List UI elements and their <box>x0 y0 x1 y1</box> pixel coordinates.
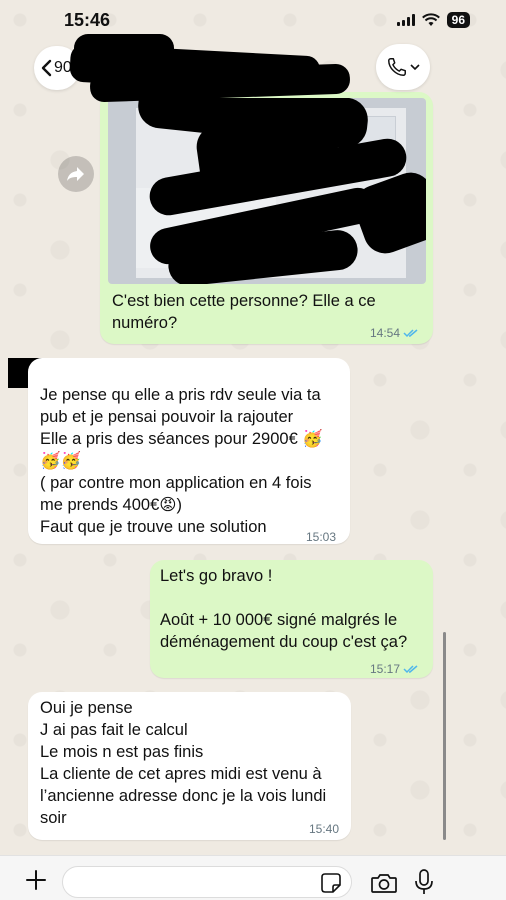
message-line <box>160 587 407 609</box>
forward-icon <box>67 167 84 181</box>
sticker-icon[interactable] <box>320 872 342 894</box>
message-text: C'est bien cette personne? Elle a ce num… <box>112 290 376 334</box>
plus-icon[interactable] <box>24 868 48 892</box>
shared-image[interactable] <box>108 98 426 284</box>
timestamp-text: 15:17 <box>370 662 401 676</box>
message-line: Oui je pense <box>40 699 133 717</box>
message-timestamp: 15:40 <box>309 818 339 840</box>
read-ticks-icon <box>403 665 418 674</box>
message-line: Le mois n est pas finis <box>40 743 204 761</box>
chat-header: 90 <box>0 34 506 103</box>
message-line: Let's go bravo ! <box>160 567 273 585</box>
message-line: La cliente de cet apres midi est venu à <box>40 765 322 783</box>
message-line: C'est bien cette personne? Elle a ce <box>112 292 376 310</box>
chevron-down-icon <box>410 64 420 71</box>
scrollbar[interactable] <box>443 632 446 840</box>
message-line: J ai pas fait le calcul <box>40 721 188 739</box>
message-line: Je pense qu elle a pris rdv seule via ta <box>40 386 321 404</box>
message-timestamp: 15:03 <box>306 526 336 548</box>
timestamp-text: 15:03 <box>306 530 337 544</box>
timestamp-text: 15:40 <box>309 822 340 836</box>
cellular-signal-icon <box>396 14 415 26</box>
message-timestamp: 15:17 <box>370 658 419 680</box>
message-input-bar <box>0 855 506 900</box>
message-bubble-incoming[interactable]: Je pense qu elle a pris rdv seule via ta… <box>28 358 350 544</box>
forward-button[interactable] <box>58 156 94 192</box>
message-bubble-outgoing[interactable]: Let's go bravo ! Août + 10 000€ signé ma… <box>150 560 433 678</box>
message-text: Je pense qu elle a pris rdv seule via ta… <box>40 384 323 538</box>
message-bubble-incoming[interactable]: Oui je pense J ai pas fait le calcul Le … <box>28 692 351 840</box>
message-line: déménagement du coup c'est ça? <box>160 633 408 651</box>
phone-icon <box>388 58 406 76</box>
message-text: Oui je pense J ai pas fait le calcul Le … <box>40 697 326 829</box>
message-input[interactable] <box>62 866 352 898</box>
battery-indicator: 96 <box>446 12 470 28</box>
back-chevron-icon <box>41 59 52 77</box>
message-line: pub et je pensai pouvoir la rajouter <box>40 408 294 426</box>
camera-icon[interactable] <box>370 871 398 895</box>
message-line: 🥳🥳 <box>40 452 82 470</box>
status-indicators: 96 <box>396 12 470 28</box>
message-line: soir <box>40 809 67 827</box>
wifi-icon <box>421 13 440 26</box>
message-line: Faut que je trouve une solution <box>40 518 267 536</box>
call-button[interactable] <box>376 44 430 90</box>
message-text: Let's go bravo ! Août + 10 000€ signé ma… <box>160 565 407 653</box>
message-line: l’ancienne adresse donc je la vois lundi <box>40 787 327 805</box>
mic-icon[interactable] <box>414 868 434 896</box>
read-ticks-icon <box>403 329 418 338</box>
status-bar: 15:46 96 <box>0 0 506 40</box>
message-line: numéro? <box>112 314 178 332</box>
status-time: 15:46 <box>64 9 111 30</box>
message-line: Elle a pris des séances pour 2900€ 🥳 <box>40 430 323 448</box>
message-line: Août + 10 000€ signé malgrés le <box>160 611 398 629</box>
message-line: ( par contre mon application en 4 fois <box>40 474 312 492</box>
timestamp-text: 14:54 <box>370 326 401 340</box>
message-line: me prends 400€😡) <box>40 496 182 514</box>
message-timestamp: 14:54 <box>370 322 419 344</box>
